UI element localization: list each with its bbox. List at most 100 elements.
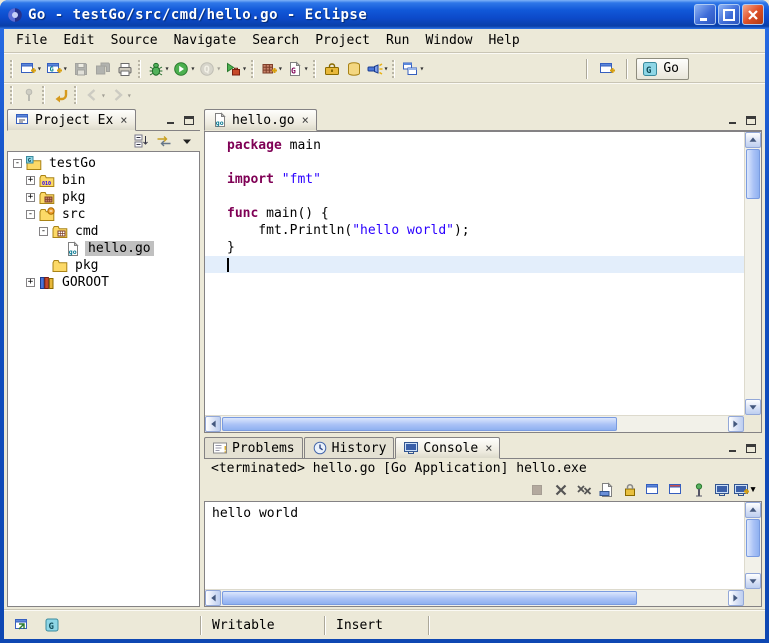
run-button[interactable]: ▾: [171, 57, 197, 81]
menu-window[interactable]: Window: [417, 30, 480, 51]
scroll-thumb[interactable]: [222, 417, 617, 431]
view-menu-button[interactable]: [177, 132, 197, 150]
scroll-track[interactable]: [746, 518, 761, 573]
code-editor[interactable]: package main import "fmt" func main() { fm…: [205, 132, 744, 415]
toolbar-grip[interactable]: [392, 60, 395, 78]
scroll-right-button[interactable]: [728, 416, 744, 432]
scroll-thumb[interactable]: [746, 149, 760, 199]
tab-console[interactable]: Console×: [395, 437, 500, 459]
code-line[interactable]: fmt.Println("hello world");: [205, 222, 744, 239]
pin-console-button[interactable]: [689, 481, 709, 499]
console-horizontal-scrollbar[interactable]: [205, 589, 744, 606]
go-perspective-button[interactable]: GGo: [636, 58, 689, 80]
code-line[interactable]: func main() {: [205, 205, 744, 222]
open-toolbox-button[interactable]: [321, 57, 343, 81]
menu-file[interactable]: File: [8, 30, 55, 51]
print-button[interactable]: [114, 57, 136, 81]
tree-item-goroot[interactable]: +GOROOT: [8, 274, 199, 291]
tree-item-src[interactable]: -src: [8, 206, 199, 223]
tab-project-explorer[interactable]: Project Ex ×: [7, 109, 136, 131]
code-line[interactable]: }: [205, 239, 744, 256]
collapse-expander-icon[interactable]: -: [13, 159, 22, 168]
save-button[interactable]: [70, 57, 92, 81]
scroll-track[interactable]: [221, 591, 728, 606]
scroll-left-button[interactable]: [205, 416, 221, 432]
code-line[interactable]: [205, 154, 744, 171]
maximize-view-button[interactable]: [744, 442, 758, 454]
open-resource-button[interactable]: [343, 57, 365, 81]
toolbar-grip[interactable]: [74, 86, 77, 104]
tree-item-pkg[interactable]: pkg: [8, 257, 199, 274]
minimize-view-button[interactable]: [164, 114, 178, 126]
fast-view-icon[interactable]: [12, 616, 32, 634]
collapse-expander-icon[interactable]: -: [26, 210, 35, 219]
remove-launch-button[interactable]: [551, 481, 571, 499]
forward-button[interactable]: ▾: [108, 85, 134, 105]
scroll-thumb[interactable]: [222, 591, 637, 605]
show-stderr-button[interactable]: [666, 481, 686, 499]
code-line[interactable]: [205, 188, 744, 205]
toolbar-grip[interactable]: [251, 60, 254, 78]
expand-expander-icon[interactable]: +: [26, 193, 35, 202]
open-console-button[interactable]: ▾: [735, 481, 755, 499]
expand-expander-icon[interactable]: +: [26, 176, 35, 185]
tab-problems[interactable]: !Problems: [204, 437, 303, 458]
maximize-view-button[interactable]: [744, 114, 758, 126]
scroll-track[interactable]: [221, 417, 728, 432]
console-vertical-scrollbar[interactable]: [744, 502, 761, 589]
maximize-button[interactable]: [718, 4, 740, 25]
toolbar-grip[interactable]: [313, 60, 316, 78]
tree-item-bin[interactable]: +010bin: [8, 172, 199, 189]
minimize-view-button[interactable]: [726, 114, 740, 126]
collapse-expander-icon[interactable]: -: [39, 227, 48, 236]
menu-help[interactable]: Help: [480, 30, 527, 51]
scroll-up-button[interactable]: [745, 502, 761, 518]
menu-navigate[interactable]: Navigate: [166, 30, 245, 51]
toolbar-grip[interactable]: [138, 60, 141, 78]
pin-editor-button[interactable]: [18, 85, 40, 105]
last-edit-location-button[interactable]: [50, 85, 72, 105]
menu-edit[interactable]: Edit: [55, 30, 102, 51]
remove-all-terminated-button[interactable]: [574, 481, 594, 499]
code-line[interactable]: [205, 256, 744, 273]
scroll-left-button[interactable]: [205, 590, 221, 606]
link-with-editor-button[interactable]: [154, 132, 174, 150]
tree-item-testgo[interactable]: -GtestGo: [8, 155, 199, 172]
new-go-element-button[interactable]: G▾: [44, 57, 70, 81]
menu-project[interactable]: Project: [307, 30, 378, 51]
scroll-right-button[interactable]: [728, 590, 744, 606]
new-go-file-button[interactable]: G▾: [285, 57, 311, 81]
external-tools-button[interactable]: ▾: [223, 57, 249, 81]
toolbar-grip[interactable]: [42, 86, 45, 104]
tree-item-pkg[interactable]: +pkg: [8, 189, 199, 206]
menu-search[interactable]: Search: [244, 30, 307, 51]
toolbar-grip[interactable]: [10, 60, 13, 78]
maximize-view-button[interactable]: [182, 114, 196, 126]
close-tab-icon[interactable]: ×: [120, 113, 127, 127]
open-console-view-button[interactable]: ▾: [400, 57, 426, 81]
go-status-icon[interactable]: G: [42, 616, 62, 634]
scroll-down-button[interactable]: [745, 399, 761, 415]
project-tree[interactable]: -GtestGo+010bin+pkg-src-cmdgohello.gopkg…: [7, 151, 200, 607]
close-button[interactable]: [742, 4, 764, 25]
minimize-button[interactable]: [694, 4, 716, 25]
scroll-lock-button[interactable]: [620, 481, 640, 499]
tab-history[interactable]: History: [304, 437, 395, 458]
expand-expander-icon[interactable]: +: [26, 278, 35, 287]
console-output[interactable]: hello world: [205, 502, 744, 589]
menu-source[interactable]: Source: [103, 30, 166, 51]
collapse-all-button[interactable]: [131, 132, 151, 150]
tree-item-cmd[interactable]: -cmd: [8, 223, 199, 240]
new-go-package-button[interactable]: ▾: [259, 57, 285, 81]
display-selected-console-button[interactable]: [712, 481, 732, 499]
code-line[interactable]: package main: [205, 137, 744, 154]
show-stdout-button[interactable]: [643, 481, 663, 499]
code-line[interactable]: import "fmt": [205, 171, 744, 188]
close-tab-icon[interactable]: ×: [485, 441, 492, 455]
tree-item-hello-go[interactable]: gohello.go: [8, 240, 199, 257]
open-perspective-button[interactable]: [596, 57, 618, 81]
menu-run[interactable]: Run: [378, 30, 417, 51]
save-all-button[interactable]: [92, 57, 114, 81]
scroll-up-button[interactable]: [745, 132, 761, 148]
scroll-down-button[interactable]: [745, 573, 761, 589]
